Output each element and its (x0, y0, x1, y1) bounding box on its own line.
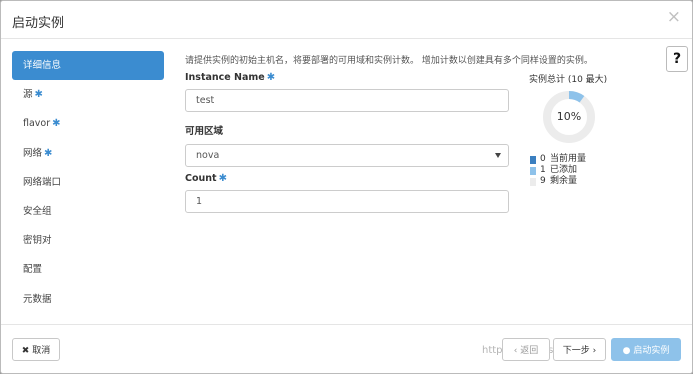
sidebar-item-label: flavor (23, 118, 51, 130)
legend-label: 当前用量 (550, 154, 587, 164)
availability-zone-label: 可用区域 (185, 126, 224, 137)
modal-title: 启动实例 (12, 16, 65, 31)
instance-name-group: Instance Name ✱ test (185, 72, 509, 112)
modal-header: 启动实例 × (1, 1, 692, 39)
sidebar-item-label: 配置 (23, 264, 43, 276)
legend-count: 9 (540, 176, 546, 186)
quota-percent: 10% (556, 110, 582, 123)
sidebar-item-label: 网络 (23, 147, 43, 159)
sidebar-item-4[interactable]: 网络端口 (12, 168, 164, 197)
legend-label: 已添加 (550, 165, 578, 175)
cancel-button[interactable]: ✖ 取消 (12, 338, 60, 361)
sidebar-item-5[interactable]: 安全组 (12, 197, 164, 226)
form-description: 请提供实例的初始主机名，将要部署的可用域和实例计数。 增加计数以创建具有多个同样… (185, 56, 593, 66)
details-form: 请提供实例的初始主机名，将要部署的可用域和实例计数。 增加计数以创建具有多个同样… (185, 53, 593, 213)
instance-name-label: Instance Name ✱ (185, 72, 276, 83)
required-icon: ✱ (34, 89, 43, 101)
help-button[interactable]: ? (666, 46, 688, 72)
back-button[interactable]: ‹ 返回 (502, 338, 550, 361)
availability-zone-value: nova (196, 150, 220, 161)
quota-title: 实例总计 (10 最大) (529, 75, 608, 85)
sidebar-item-2[interactable]: flavor ✱ (12, 109, 164, 138)
legend-swatch (530, 177, 536, 186)
count-input[interactable]: 1 (185, 190, 509, 213)
legend-row: 0 当前用量 (530, 154, 630, 165)
legend-count: 1 (540, 165, 546, 175)
required-icon: ✱ (266, 72, 276, 83)
launch-instance-button[interactable]: ● 启动实例 (611, 338, 681, 361)
count-label: Count ✱ (185, 173, 227, 184)
legend-count: 0 (540, 154, 546, 164)
sidebar-item-label: 元数据 (23, 293, 52, 305)
wizard-sidebar: 详细信息源 ✱ flavor ✱ 网络 ✱ 网络端口 安全组 密钥对 配置 元数据 (12, 51, 164, 314)
availability-zone-select[interactable]: nova (185, 144, 509, 167)
close-icon[interactable]: × (667, 9, 681, 26)
sidebar-item-6[interactable]: 密钥对 (12, 226, 164, 255)
sidebar-item-1[interactable]: 源 ✱ (12, 80, 164, 109)
sidebar-item-label: 源 (23, 89, 33, 101)
instance-quota: 实例总计 (10 最大) 10% 0 当前用量 1 已添加 9 剩余量 (529, 72, 629, 186)
sidebar-item-7[interactable]: 配置 (12, 255, 164, 284)
sidebar-item-0[interactable]: 详细信息 (12, 51, 164, 81)
caret-down-icon (495, 153, 501, 158)
sidebar-item-8[interactable]: 元数据 (12, 285, 164, 314)
sidebar-item-label: 详细信息 (23, 60, 62, 71)
legend-row: 1 已添加 (530, 165, 630, 176)
quota-legend: 0 当前用量 1 已添加 9 剩余量 (530, 154, 630, 187)
launch-instance-modal: 启动实例 × ? 详细信息源 ✱ flavor ✱ 网络 ✱ 网络端口 安全组 密钥对 配置 元数据… (0, 0, 693, 374)
required-icon: ✱ (44, 147, 53, 159)
sidebar-item-label: 密钥对 (23, 235, 52, 247)
availability-zone-group: 可用区域 nova (185, 123, 509, 167)
sidebar-item-label: 网络端口 (23, 176, 62, 188)
count-group: Count ✱ 1 (185, 173, 509, 213)
legend-swatch (530, 166, 536, 175)
sidebar-item-3[interactable]: 网络 ✱ (12, 139, 164, 168)
required-icon: ✱ (218, 173, 227, 184)
legend-swatch (530, 155, 536, 164)
legend-row: 9 剩余量 (530, 176, 630, 187)
next-button[interactable]: 下一步 › (553, 338, 606, 361)
legend-label: 剩余量 (550, 176, 578, 186)
sidebar-item-label: 安全组 (23, 205, 52, 217)
modal-footer: ✖ 取消 https://blog.csdn.net/... ‹ 返回 下一步 … (1, 324, 692, 373)
instance-name-input[interactable]: test (185, 89, 509, 112)
required-icon: ✱ (52, 118, 61, 130)
